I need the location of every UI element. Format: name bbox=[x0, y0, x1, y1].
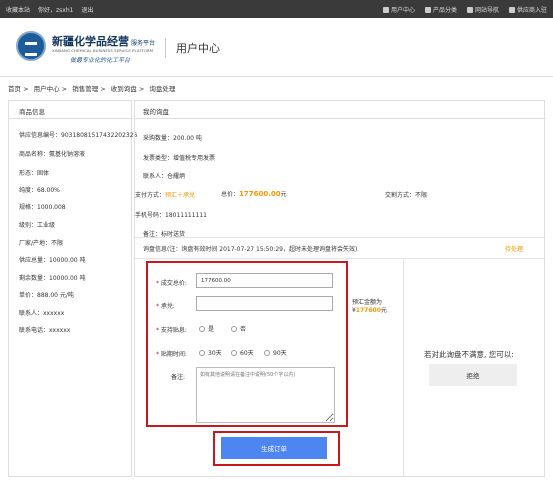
grid-icon bbox=[424, 7, 431, 13]
radio-circle-icon bbox=[231, 325, 237, 332]
product-spec: 规格：1000.008 bbox=[19, 204, 66, 211]
supplier-label: 供应商入驻 bbox=[516, 7, 547, 14]
generate-order-button[interactable]: 生成订单 bbox=[221, 437, 327, 459]
interest-label: * 支持贴息: bbox=[156, 327, 187, 334]
payment-value: 预汇＋承兑 bbox=[165, 192, 196, 199]
product-form: 形态：固体 bbox=[19, 170, 50, 177]
product-remain: 剩余数量：10000.00 吨 bbox=[19, 275, 86, 282]
bookmark-link[interactable]: 收藏本站 bbox=[6, 5, 30, 14]
product-price: 单价：888.00 元/吨 bbox=[19, 292, 74, 299]
breadcrumb: 首页 > 用户中心 > 销售管理 > 收到询盘 > 询盘处理 bbox=[8, 83, 178, 93]
top-bar: 收藏本站 你好，zsxh1 退出 用户中心 产品分类 网站导航 供应商入驻 bbox=[0, 0, 553, 18]
supply-no: 供应信息编号：90318081517432202326 bbox=[19, 132, 138, 139]
interest-text: 支持贴息: bbox=[160, 327, 187, 334]
period-text: 贴期时间: bbox=[160, 351, 187, 358]
inquiry-contact: 联系人：仓耀炳 bbox=[143, 173, 186, 180]
product-purity: 纯度：68.00% bbox=[19, 187, 60, 194]
user-icon bbox=[382, 7, 389, 13]
product-total: 供应总量：10000.00 吨 bbox=[19, 257, 86, 264]
page-title: 用户中心 bbox=[176, 42, 220, 55]
breadcrumb-sales[interactable]: 销售管理 > bbox=[72, 85, 106, 93]
product-name: 商品名称：氨基化钠溶液 bbox=[19, 151, 86, 158]
categories-link[interactable]: 产品分类 bbox=[424, 5, 457, 14]
product-maker: 厂家/产地：不限 bbox=[19, 240, 64, 247]
deal-price-label: * 成交总价: bbox=[156, 280, 187, 287]
product-grade: 级别：工业级 bbox=[19, 222, 56, 229]
brand-suffix: 服务平台 bbox=[131, 40, 156, 47]
interest-yes-label: 是 bbox=[208, 326, 215, 333]
breadcrumb-current: 询盘处理 bbox=[149, 85, 176, 93]
categories-label: 产品分类 bbox=[432, 7, 457, 14]
refuse-button[interactable]: 拒绝 bbox=[429, 364, 517, 386]
breadcrumb-inquiries[interactable]: 收到询盘 > bbox=[111, 85, 145, 93]
form-separator bbox=[135, 258, 546, 259]
breadcrumb-home[interactable]: 首页 > bbox=[8, 85, 29, 93]
remark-label: 备注: bbox=[171, 374, 186, 381]
inquiry-mobile: 手机号码：18011111111 bbox=[135, 212, 207, 219]
product-contact: 联系人：xxxxxx bbox=[19, 310, 65, 317]
period-30-label: 30天 bbox=[208, 350, 222, 357]
radio-circle-icon bbox=[199, 325, 205, 332]
acceptance-text: 承兑: bbox=[160, 303, 175, 310]
deal-price-input[interactable] bbox=[196, 273, 333, 288]
wire-unit: 元 bbox=[380, 307, 387, 314]
breadcrumb-user-center[interactable]: 用户中心 > bbox=[34, 85, 68, 93]
form-vertical-divider bbox=[403, 258, 404, 476]
inquiry-qty: 采购数量：200.00 吨 bbox=[143, 135, 202, 142]
user-center-link[interactable]: 用户中心 bbox=[382, 5, 415, 14]
send-icon bbox=[466, 7, 473, 13]
radio-circle-icon bbox=[199, 349, 205, 356]
deal-price-text: 成交总价: bbox=[160, 280, 187, 287]
radio-circle-icon bbox=[231, 349, 237, 356]
total-label: 总价： bbox=[221, 191, 240, 198]
inquiry-title: 我的询盘 bbox=[135, 101, 546, 119]
logout-link[interactable]: 退出 bbox=[81, 5, 93, 14]
total-unit: 元 bbox=[280, 191, 287, 198]
site-nav-label: 网站导航 bbox=[474, 7, 499, 14]
interest-no-radio[interactable]: 否 bbox=[231, 324, 246, 333]
brand-logo-icon[interactable] bbox=[16, 31, 46, 61]
acceptance-label: * 承兑: bbox=[156, 303, 175, 310]
total-value: 177600.00 bbox=[239, 190, 281, 198]
period-90-label: 90天 bbox=[273, 350, 287, 357]
payment-label: 支付方式： bbox=[135, 192, 166, 199]
wire-amount: ¥177600元 bbox=[352, 307, 387, 314]
period-90-radio[interactable]: 90天 bbox=[264, 348, 287, 357]
period-60-radio[interactable]: 60天 bbox=[231, 348, 254, 357]
period-30-radio[interactable]: 30天 bbox=[199, 348, 222, 357]
user-greeting: 你好，zsxh1 bbox=[38, 7, 74, 14]
wire-value: 177600 bbox=[355, 307, 381, 314]
inquiry-invoice: 发票类型：增值税专用发票 bbox=[143, 155, 216, 162]
remark-textarea[interactable] bbox=[196, 367, 335, 423]
brand-english: XINJIANG CHEMICAL BUSINESS SERVICE PLATF… bbox=[52, 48, 154, 53]
user-center-label: 用户中心 bbox=[390, 7, 415, 14]
store-icon bbox=[508, 7, 515, 13]
inquiry-separator bbox=[135, 237, 546, 238]
period-60-label: 60天 bbox=[240, 350, 254, 357]
inquiry-status-badge: 待处理 bbox=[505, 246, 524, 253]
brand-slogan: 做最专业化的化工平台 bbox=[70, 57, 131, 64]
period-label: * 贴期时间: bbox=[156, 351, 187, 358]
radio-circle-icon bbox=[264, 349, 270, 356]
product-info-panel: 商品信息 供应信息编号：90318081517432202326 商品名称：氨基… bbox=[8, 100, 137, 477]
refuse-prompt: 若对此询盘不满意, 您可以: bbox=[424, 350, 514, 359]
header-divider bbox=[165, 38, 166, 58]
inquiry-total: 总价：177600.00元 bbox=[221, 189, 287, 198]
interest-no-label: 否 bbox=[240, 326, 247, 333]
header-line bbox=[0, 76, 553, 77]
inquiry-delivery: 交割方式：不限 bbox=[385, 192, 428, 199]
brand-title: 新疆化学品经营 bbox=[52, 35, 129, 48]
site-nav-link[interactable]: 网站导航 bbox=[466, 5, 499, 14]
interest-yes-radio[interactable]: 是 bbox=[199, 324, 214, 333]
inquiry-payment: 支付方式：预汇＋承兑 bbox=[135, 190, 195, 199]
supplier-link[interactable]: 供应商入驻 bbox=[508, 5, 547, 14]
brand-name: 新疆化学品经营 服务平台 bbox=[52, 33, 155, 49]
acceptance-input[interactable] bbox=[196, 296, 333, 311]
product-info-title: 商品信息 bbox=[9, 101, 133, 119]
site-header: 新疆化学品经营 服务平台 XINJIANG CHEMICAL BUSINESS S… bbox=[0, 18, 553, 72]
inquiry-validity: 询盘信息(注：询盘有效时间 2017-07-27 15:50:29，超时未处理询… bbox=[143, 246, 358, 253]
product-phone: 联系电话：xxxxxx bbox=[19, 327, 71, 334]
